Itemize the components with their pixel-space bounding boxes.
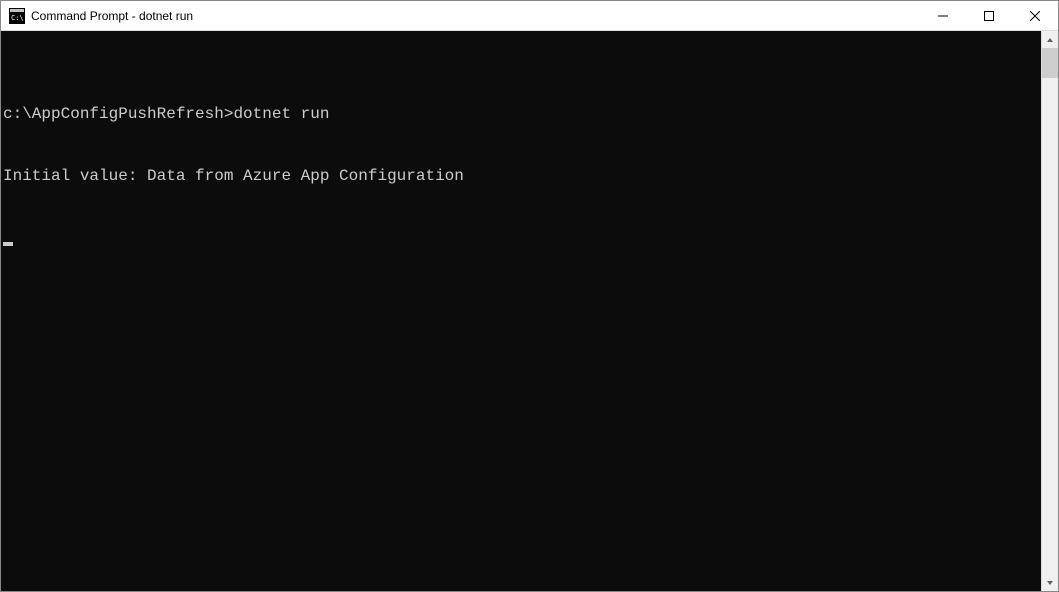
output-line: Initial value: Data from Azure App Confi… xyxy=(1,166,1041,187)
cursor xyxy=(3,242,13,246)
vertical-scrollbar[interactable] xyxy=(1041,31,1058,591)
prompt-path: c:\AppConfigPushRefresh> xyxy=(3,105,233,123)
svg-text:C:\: C:\ xyxy=(11,14,24,22)
scroll-track[interactable] xyxy=(1042,48,1058,574)
terminal[interactable]: c:\AppConfigPushRefresh>dotnet run Initi… xyxy=(1,31,1041,591)
scroll-up-arrow[interactable] xyxy=(1042,31,1058,48)
command-text: dotnet run xyxy=(233,105,329,123)
cursor-line xyxy=(1,228,1041,249)
maximize-button[interactable] xyxy=(966,1,1012,30)
prompt-line: c:\AppConfigPushRefresh>dotnet run xyxy=(1,104,1041,125)
scroll-down-arrow[interactable] xyxy=(1042,574,1058,591)
window-title: Command Prompt - dotnet run xyxy=(31,9,920,23)
minimize-button[interactable] xyxy=(920,1,966,30)
client-area: c:\AppConfigPushRefresh>dotnet run Initi… xyxy=(1,31,1058,591)
cmd-icon: C:\ xyxy=(9,8,25,24)
window-controls xyxy=(920,1,1058,30)
titlebar[interactable]: C:\ Command Prompt - dotnet run xyxy=(1,1,1058,31)
close-button[interactable] xyxy=(1012,1,1058,30)
scroll-thumb[interactable] xyxy=(1042,48,1058,78)
